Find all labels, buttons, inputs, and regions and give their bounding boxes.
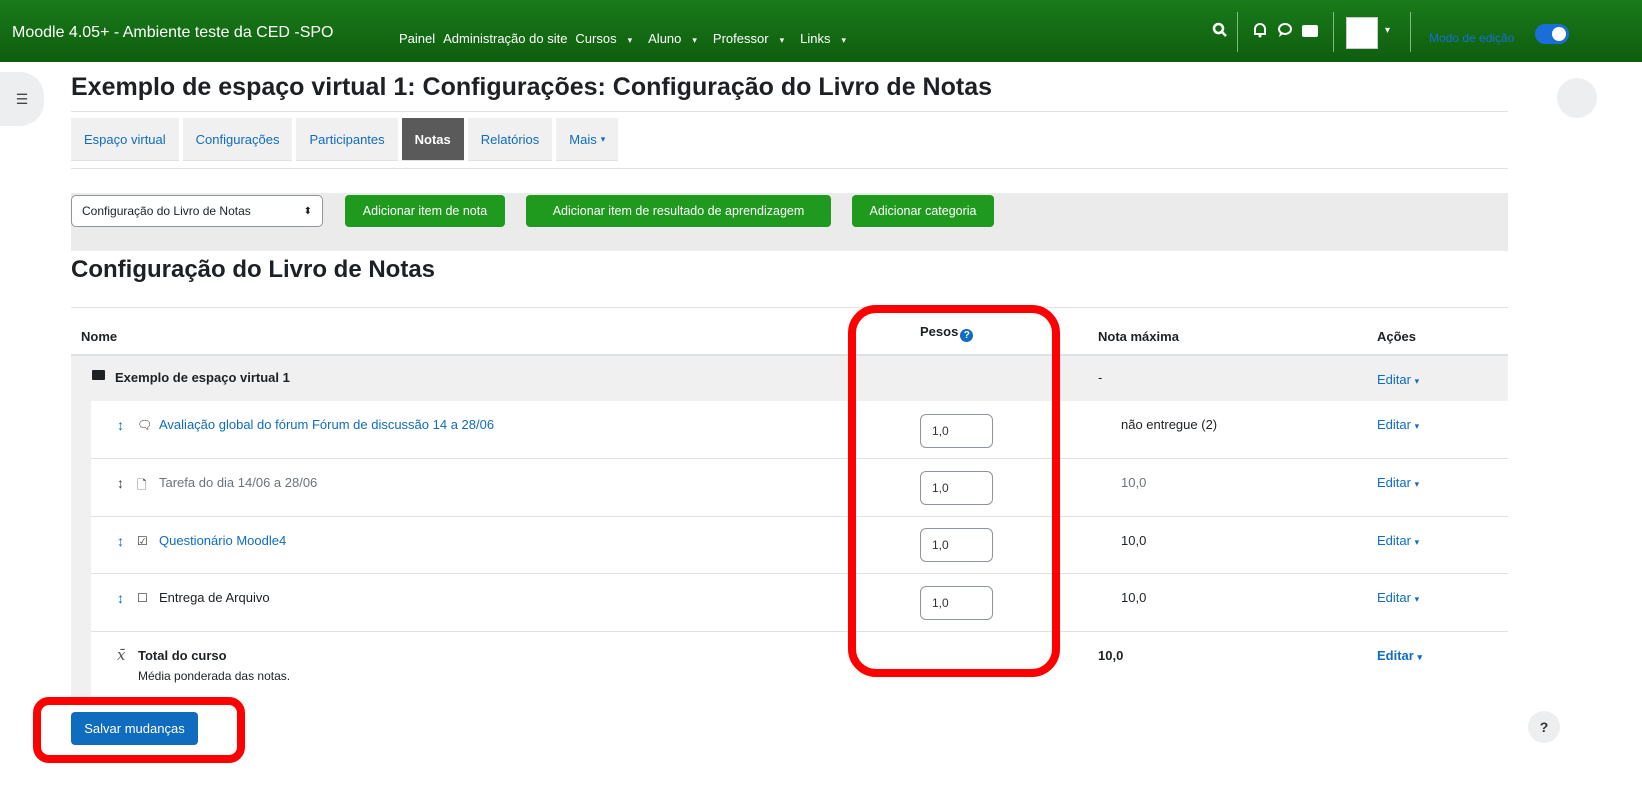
grade-item-max: não entregue (2) [1121, 417, 1218, 432]
forum-icon: 🗨 [137, 418, 153, 432]
quiz-icon: ☑ [137, 534, 148, 548]
edit-label: Editar [1377, 372, 1411, 387]
highlight-box-weights [848, 305, 1060, 677]
edit-label: Editar [1377, 533, 1411, 548]
bell-icon[interactable] [1252, 22, 1268, 43]
move-icon[interactable]: ↕ [117, 533, 124, 549]
chevron-down-icon: ▾ [1417, 652, 1422, 662]
checkbox-icon: ☐ [137, 591, 148, 605]
table-row: ↕ ☐ Entrega de Arquivo 10,0 Editar ▾ [91, 574, 1508, 632]
grade-item-edit-menu[interactable]: Editar ▾ [1377, 475, 1419, 490]
nav-links-label: Links [800, 31, 831, 46]
move-icon[interactable]: ↕ [117, 417, 124, 433]
grade-item-edit-menu[interactable]: Editar ▾ [1377, 533, 1419, 548]
category-name: Exemplo de espaço virtual 1 [115, 370, 290, 385]
header-acoes: Ações [1377, 329, 1417, 344]
tab-relatorios[interactable]: Relatórios [467, 118, 553, 161]
table-row: ↕ ☑ Questionário Moodle4 10,0 Editar ▾ [91, 517, 1508, 574]
edit-label: Editar [1377, 590, 1411, 605]
block-drawer-toggle[interactable] [1557, 78, 1597, 118]
chevron-down-icon: ▾ [1414, 594, 1420, 604]
grade-item-edit-menu[interactable]: Editar ▾ [1377, 590, 1419, 605]
header-nome: Nome [81, 329, 118, 344]
tertiary-action-bar: Configuração do Livro de Notas ⬍ Adicion… [71, 193, 1508, 251]
tab-espaco-virtual[interactable]: Espaço virtual [71, 118, 179, 161]
tab-participantes[interactable]: Participantes [296, 118, 398, 161]
edit-label: Editar [1377, 648, 1414, 663]
highlight-box-save [33, 697, 245, 763]
nav-professor-label: Professor [712, 31, 769, 46]
total-aggregation: Média ponderada das notas. [138, 669, 291, 683]
move-icon[interactable]: ↕ [117, 590, 124, 606]
move-icon[interactable]: ↕ [117, 475, 124, 491]
chevron-down-icon: ▾ [692, 35, 697, 45]
footer-help-button[interactable]: ? [1528, 711, 1560, 743]
grade-item-max: 10,0 [1121, 475, 1147, 490]
grade-item-name: Tarefa do dia 14/06 a 28/06 [159, 475, 318, 490]
chevron-down-icon: ▾ [627, 35, 633, 45]
add-outcome-item-button[interactable]: Adicionar item de resultado de aprendiza… [526, 195, 831, 227]
nav-admin[interactable]: Administração do site [443, 31, 567, 46]
chat-icon[interactable] [1277, 22, 1293, 43]
section-title: Configuração do Livro de Notas [71, 256, 436, 283]
header-nota-maxima: Nota máxima [1098, 329, 1179, 344]
folder-icon [92, 370, 105, 380]
grade-item-edit-menu[interactable]: Editar ▾ [1377, 417, 1419, 432]
mean-icon: x̄ [117, 646, 126, 664]
tab-mais-label: Mais [569, 131, 597, 147]
chevron-down-icon: ▾ [1414, 479, 1420, 489]
grade-item-name[interactable]: Questionário Moodle4 [159, 533, 286, 548]
category-max: - [1098, 370, 1103, 385]
total-name: Total do curso [138, 648, 227, 663]
nav-links[interactable]: Links ▾ [800, 31, 854, 46]
grade-item-name: Entrega de Arquivo [159, 590, 270, 605]
add-category-button[interactable]: Adicionar categoria [852, 195, 994, 227]
page-title: Exemplo de espaço virtual 1: Configuraçõ… [71, 73, 993, 101]
grade-item-max: 10,0 [1121, 533, 1147, 548]
nav-aluno[interactable]: Aluno ▾ [648, 31, 705, 46]
avatar[interactable] [1346, 17, 1378, 49]
chevron-down-icon: ▾ [1414, 376, 1420, 386]
edit-label: Editar [1377, 475, 1411, 490]
total-max: 10,0 [1098, 648, 1124, 663]
edit-label: Editar [1377, 417, 1411, 432]
site-brand[interactable]: Moodle 4.05+ - Ambiente teste da CED -SP… [12, 24, 334, 42]
envelope-icon[interactable] [1302, 24, 1318, 42]
nav-painel[interactable]: Painel [399, 31, 435, 46]
list-icon: ☰ [15, 90, 29, 107]
assignment-icon: 🗋 [137, 478, 147, 492]
top-navbar: Moodle 4.05+ - Ambiente teste da CED -SP… [0, 0, 1642, 62]
primary-nav: Painel Administração do site Cursos ▾ Alu… [399, 31, 862, 46]
total-edit-menu[interactable]: Editar ▾ [1377, 648, 1422, 663]
edit-mode-toggle[interactable] [1535, 24, 1569, 44]
chevron-down-icon[interactable]: ▾ [1385, 25, 1390, 36]
chevron-down-icon: ▾ [1414, 537, 1420, 547]
tab-configuracoes[interactable]: Configurações [182, 118, 293, 161]
nav-cursos-label: Cursos [575, 31, 617, 46]
category-edit-menu[interactable]: Editar ▾ [1377, 372, 1419, 387]
chevron-down-icon: ▾ [1414, 421, 1420, 431]
course-index-toggle[interactable]: ☰ [0, 72, 44, 126]
secondary-nav: Espaço virtual Configurações Participant… [71, 118, 622, 161]
select-arrows-icon: ⬍ [303, 205, 312, 217]
table-row: ↕ 🗨 Avaliação global do fórum Fórum de d… [91, 401, 1508, 459]
tab-mais[interactable]: Mais ▾ [556, 118, 619, 161]
chevron-down-icon: ▾ [779, 35, 785, 45]
grade-item-max: 10,0 [1121, 590, 1147, 605]
chevron-down-icon: ▾ [600, 133, 606, 144]
nav-cursos[interactable]: Cursos ▾ [575, 31, 640, 46]
chevron-down-icon: ▾ [841, 35, 846, 45]
category-row: Exemplo de espaço virtual 1 - Editar ▾ [71, 356, 1508, 401]
grade-item-name[interactable]: Avaliação global do fórum Fórum de discu… [159, 417, 494, 432]
tab-notas[interactable]: Notas [401, 118, 464, 161]
search-icon[interactable] [1212, 22, 1228, 43]
course-total-row: x̄ Total do curso Média ponderada das no… [91, 632, 1508, 697]
table-row: ↕ 🗋 Tarefa do dia 14/06 a 28/06 10,0 Edi… [91, 459, 1508, 517]
gradebook-navigation-select[interactable]: Configuração do Livro de Notas ⬍ [71, 195, 323, 227]
edit-mode-label: Modo de edição [1429, 31, 1515, 45]
nav-professor[interactable]: Professor ▾ [713, 31, 792, 46]
nav-aluno-label: Aluno [648, 31, 682, 46]
select-value: Configuração do Livro de Notas [82, 204, 251, 218]
add-grade-item-button[interactable]: Adicionar item de nota [345, 195, 505, 227]
